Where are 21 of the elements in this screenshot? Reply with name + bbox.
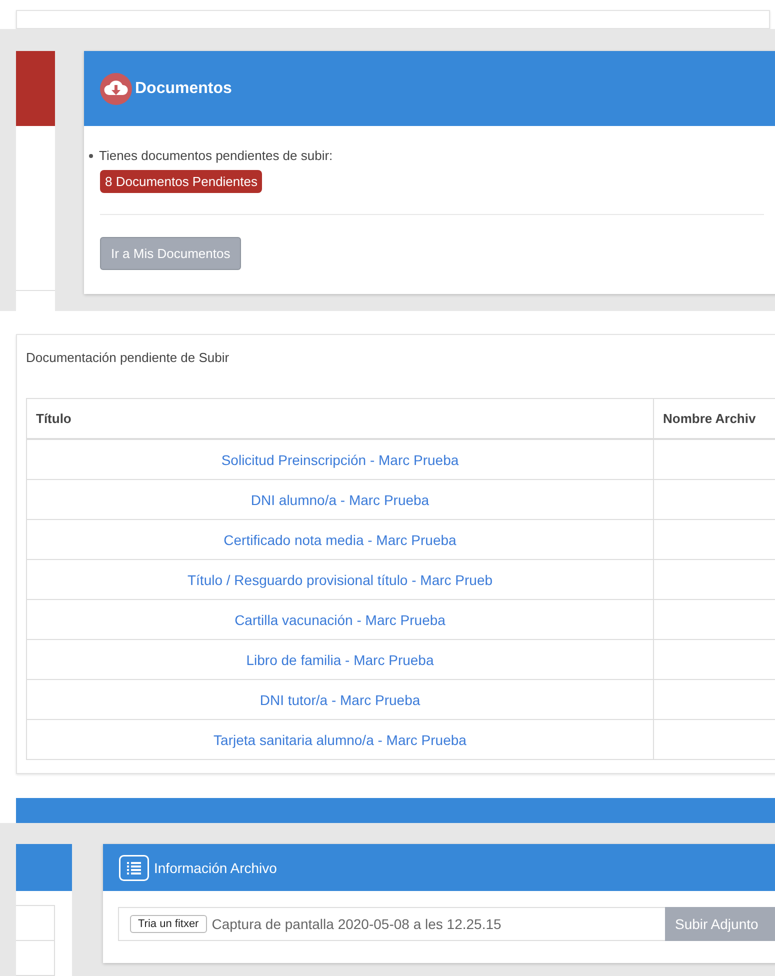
file-name: Captura de pantalla 2020-05-08 a les 12.25.15	[212, 916, 502, 932]
column-header: Nombre Archiv	[654, 398, 775, 439]
list-icon	[119, 854, 149, 880]
cloud-download-icon	[100, 72, 132, 104]
choose-file-button[interactable]: Tria un fitxer	[130, 915, 207, 933]
document-link[interactable]: Certificado nota media - Marc Prueba	[224, 532, 456, 548]
card-title: Documentos	[135, 80, 232, 98]
document-link[interactable]: Libro de familia - Marc Prueba	[246, 652, 434, 668]
document-link[interactable]: DNI alumno/a - Marc Prueba	[250, 492, 430, 508]
document-link[interactable]: Título / Resguardo provisional título - Marc Prueb	[187, 572, 493, 588]
file-input[interactable]: Tria un fitxer Captura de pantalla 2020-05-08 a les 12.25.15	[118, 907, 665, 941]
document-link[interactable]: Tarjeta sanitaria alumno/a - Marc Prueba	[214, 732, 466, 748]
document-link[interactable]: Cartilla vacunación - Marc Prueba	[234, 612, 446, 628]
card-title: Información Archivo	[154, 860, 277, 876]
table-caption: Documentación pendiente de Subir	[26, 350, 230, 367]
pending-count-label: 8 Documentos Pendientes	[100, 170, 262, 193]
pending-message: Tienes documentos pendientes de subir:	[99, 148, 333, 163]
document-link[interactable]: DNI tutor/a - Marc Prueba	[260, 692, 420, 708]
column-header: Título	[26, 398, 654, 439]
bullet-icon	[89, 154, 93, 158]
document-link[interactable]: Solicitud Preinscripción - Marc Prueba	[221, 452, 459, 468]
